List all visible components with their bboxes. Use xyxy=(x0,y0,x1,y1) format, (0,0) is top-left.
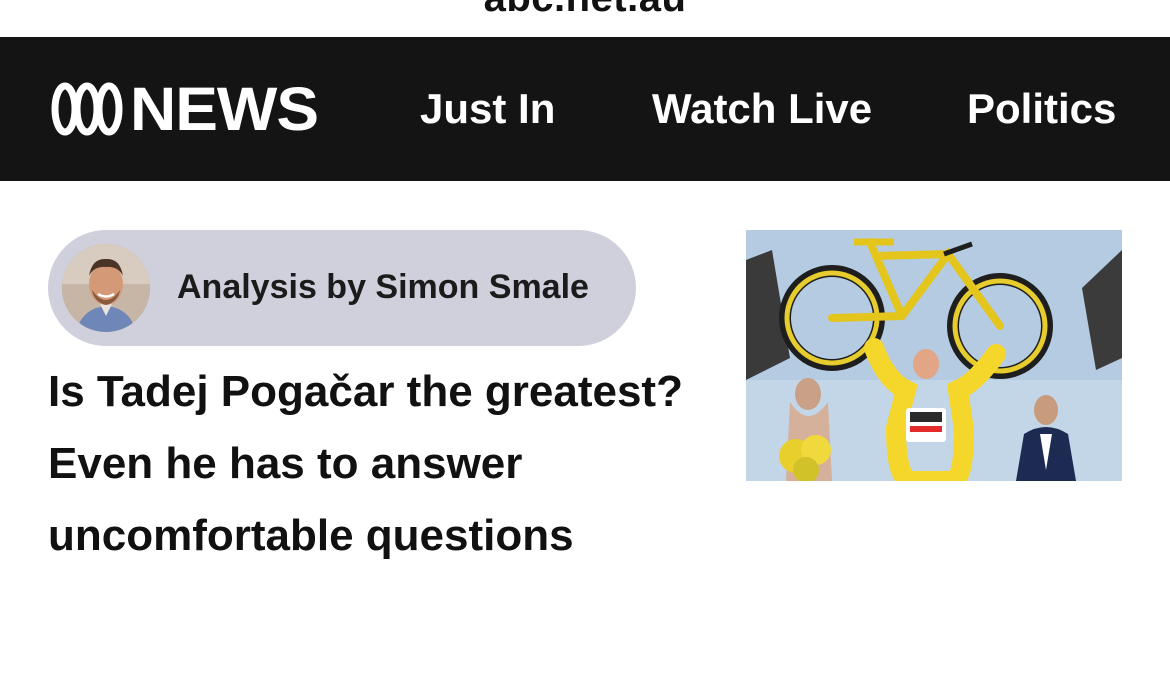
logo-wordmark: NEWS xyxy=(130,74,319,144)
url-text: abc.net.au xyxy=(0,0,1170,21)
abc-news-logo[interactable]: NEWS xyxy=(50,74,319,144)
nav-politics[interactable]: Politics xyxy=(967,84,1116,134)
nav-just-in[interactable]: Just In xyxy=(420,84,555,134)
article-headline[interactable]: Is Tadej Pogačar the greatest? Even he h… xyxy=(48,356,688,572)
author-byline-pill[interactable]: Analysis by Simon Smale xyxy=(48,230,636,346)
browser-url-bar[interactable]: abc.net.au xyxy=(0,0,1170,37)
nav-watch-live[interactable]: Watch Live xyxy=(652,84,872,134)
hero-photo[interactable] xyxy=(746,230,1122,481)
byline-text: Analysis by Simon Smale xyxy=(177,268,589,306)
site-header: NEWS Just In Watch Live Politics xyxy=(0,37,1170,181)
abc-logo-icon xyxy=(51,82,123,136)
author-avatar xyxy=(62,244,150,332)
